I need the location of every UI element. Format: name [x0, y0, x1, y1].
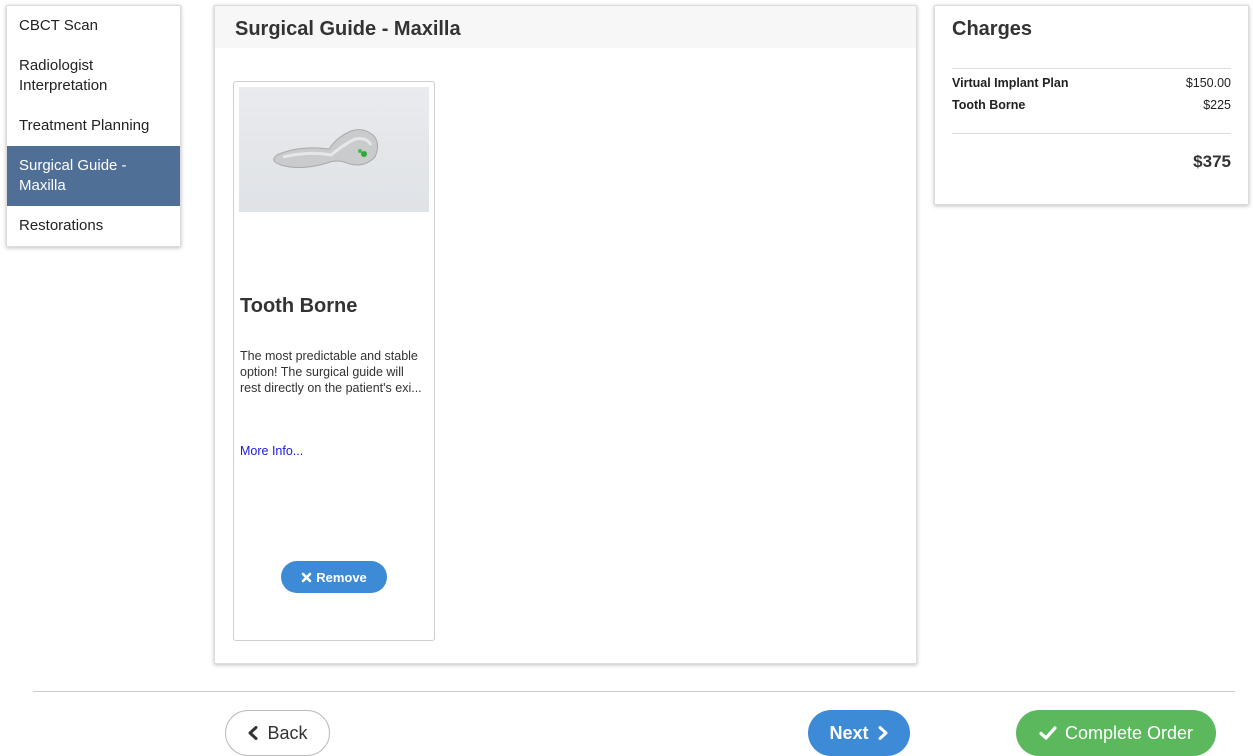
charge-row: Virtual Implant Plan $150.00 [952, 72, 1231, 94]
remove-button[interactable]: Remove [281, 561, 387, 593]
next-button-label: Next [829, 722, 869, 743]
step-sidebar: CBCT Scan Radiologist Interpretation Tre… [6, 5, 181, 247]
charges-total: $375 [952, 133, 1231, 172]
sidebar-item-treatment-planning[interactable]: Treatment Planning [7, 106, 180, 146]
page-title: Surgical Guide - Maxilla [215, 6, 916, 48]
complete-order-button[interactable]: Complete Order [1016, 710, 1216, 756]
charge-label: Tooth Borne [952, 98, 1026, 112]
sidebar-item-surgical-guide-maxilla[interactable]: Surgical Guide - Maxilla [7, 146, 180, 206]
sidebar-item-cbct-scan[interactable]: CBCT Scan [7, 6, 180, 46]
product-title: Tooth Borne [240, 295, 358, 317]
more-info-link[interactable]: More Info... [240, 444, 303, 458]
back-button-label: Back [267, 722, 308, 743]
check-icon [1039, 725, 1057, 741]
sidebar-item-restorations[interactable]: Restorations [7, 206, 180, 246]
product-image [239, 87, 429, 212]
charge-row: Tooth Borne $225 [952, 94, 1231, 116]
close-icon [301, 572, 312, 583]
product-card: Tooth Borne The most predictable and sta… [233, 81, 435, 641]
footer-divider [33, 691, 1235, 692]
remove-button-label: Remove [316, 569, 367, 585]
next-button[interactable]: Next [808, 710, 910, 756]
complete-order-button-label: Complete Order [1064, 722, 1194, 743]
surgical-guide-image [273, 129, 379, 169]
sidebar-item-radiologist-interpretation[interactable]: Radiologist Interpretation [7, 46, 180, 106]
charge-list: Virtual Implant Plan $150.00 Tooth Borne… [952, 68, 1231, 116]
chevron-right-icon [877, 726, 889, 740]
charges-panel: Charges Virtual Implant Plan $150.00 Too… [934, 5, 1249, 205]
charge-amount: $225 [1203, 98, 1231, 112]
back-button[interactable]: Back [225, 710, 330, 756]
chevron-left-icon [247, 726, 259, 740]
charge-amount: $150.00 [1185, 76, 1231, 90]
main-panel: Surgical Guide - Maxilla Tooth Borne The… [214, 5, 917, 664]
charge-label: Virtual Implant Plan [952, 76, 1069, 90]
product-description: The most predictable and stable option! … [240, 349, 422, 395]
order-page: CBCT Scan Radiologist Interpretation Tre… [0, 0, 1253, 756]
charges-title: Charges [952, 18, 1033, 40]
